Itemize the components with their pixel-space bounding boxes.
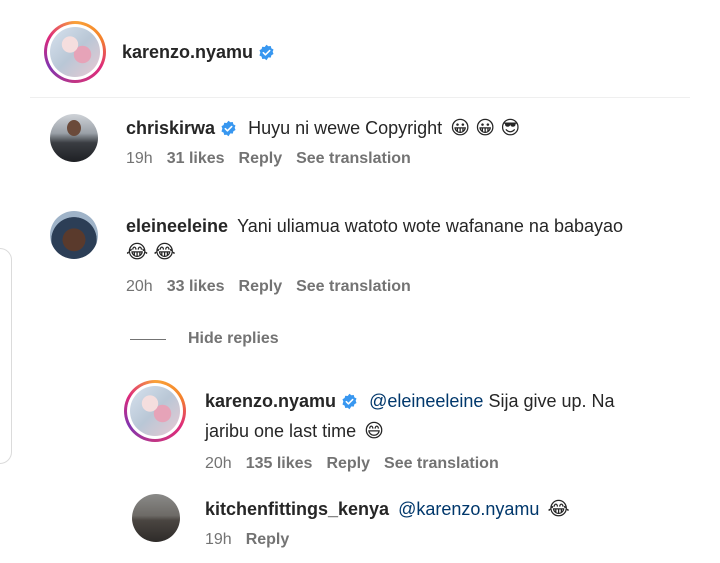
verified-badge-icon [221,120,236,137]
comment-text: Huyu ni wewe Copyright [248,118,443,138]
post-header: karenzo.nyamu [44,20,275,84]
hide-replies-label[interactable]: Hide replies [188,330,279,348]
see-translation-button[interactable]: See translation [296,278,411,296]
verified-badge-icon [259,44,274,60]
reply-button[interactable]: Reply [326,455,370,473]
reply-mention[interactable]: @karenzo.nyamu [398,499,539,519]
commenter-avatar[interactable] [50,211,98,259]
reply-text-continued: jaribu one last time [205,421,357,441]
author-username[interactable]: karenzo.nyamu [122,42,253,63]
adjacent-panel-edge [0,248,12,464]
author-avatar-image [50,27,100,77]
comment-username[interactable]: chriskirwa [126,118,215,138]
reply: kitchenfittings_kenya @karenzo.nyamu 😂 1… [205,494,570,549]
reply-emojis: 😂 [547,499,570,520]
comment-emojis: 😂 😂 [126,242,176,263]
comment: chriskirwa Huyu ni wewe Copyright 😀 😀 😎 … [126,113,520,168]
reply-time[interactable]: 20h [205,455,232,473]
comment-time[interactable]: 19h [126,150,153,168]
author-avatar[interactable] [44,21,106,83]
reply-author-avatar[interactable] [124,380,186,442]
comment-emojis: 😀 😀 😎 [450,118,521,139]
header-divider [30,97,690,98]
see-translation-button[interactable]: See translation [384,455,499,473]
reply-button[interactable]: Reply [246,531,290,549]
reply-username[interactable]: kitchenfittings_kenya [205,499,389,519]
reply-author-avatar[interactable] [132,494,180,542]
reply-button[interactable]: Reply [239,150,283,168]
comment-likes[interactable]: 31 likes [167,150,225,168]
comment: eleineeleine Yani uliamua watoto wote wa… [126,211,696,296]
reply-author-avatar-image [130,386,180,436]
commenter-avatar[interactable] [50,114,98,162]
hide-replies-toggle[interactable]: Hide replies [130,330,279,348]
reply-text: Sija give up. Na [488,391,615,411]
reply-mention[interactable]: @eleineeleine [369,391,483,411]
reply-emojis: 😄 [364,421,384,442]
verified-badge-icon [342,393,357,410]
comment-likes[interactable]: 33 likes [167,278,225,296]
comment-username[interactable]: eleineeleine [126,216,228,236]
reply: karenzo.nyamu @eleineeleine Sija give up… [205,386,695,473]
comment-text: Yani uliamua watoto wote wafanane na bab… [237,216,624,236]
reply-time[interactable]: 19h [205,531,232,549]
hide-replies-line [130,338,166,340]
comment-time[interactable]: 20h [126,278,153,296]
see-translation-button[interactable]: See translation [296,150,411,168]
reply-button[interactable]: Reply [239,278,283,296]
reply-likes[interactable]: 135 likes [246,455,313,473]
reply-username[interactable]: karenzo.nyamu [205,391,336,411]
